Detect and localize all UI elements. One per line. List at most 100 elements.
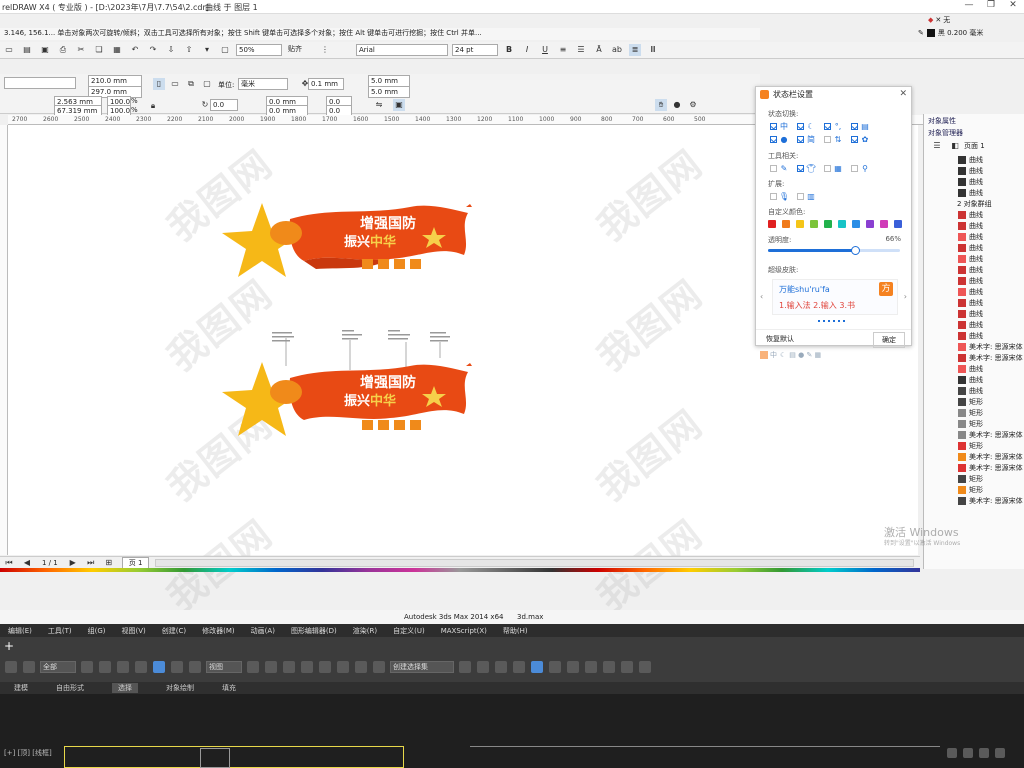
max-ribbon-tab[interactable]: 填充: [222, 683, 236, 693]
tool-checkbox[interactable]: [824, 165, 831, 172]
tool-checkbox[interactable]: [851, 165, 858, 172]
object-tree-item[interactable]: 曲线: [958, 176, 1024, 187]
lock-ratio-icon[interactable]: 🔒︎: [147, 100, 159, 112]
named-selection-set[interactable]: 创建选择集: [390, 661, 454, 673]
portrait-icon[interactable]: ▯: [153, 78, 165, 90]
print-icon[interactable]: ⎙: [57, 44, 69, 56]
options-icon[interactable]: ⚙: [687, 99, 699, 111]
list-icon[interactable]: ☰: [575, 44, 587, 56]
snaps-toggle-icon[interactable]: [301, 661, 313, 673]
object-tree-item[interactable]: 曲线: [958, 330, 1024, 341]
color-palette[interactable]: [0, 568, 920, 572]
object-tree-item[interactable]: 曲线: [958, 165, 1024, 176]
viewport-right-frame[interactable]: [470, 746, 940, 768]
object-tree-item[interactable]: 曲线: [958, 297, 1024, 308]
tab-object-manager[interactable]: 对象管理器: [924, 128, 1024, 138]
object-tree-item[interactable]: 曲线: [958, 242, 1024, 253]
import-icon[interactable]: ⇩: [165, 44, 177, 56]
align-icon[interactable]: ≡: [557, 44, 569, 56]
object-tree-item[interactable]: 曲线: [958, 363, 1024, 374]
ok-button[interactable]: 确定: [873, 332, 905, 348]
object-tree-item[interactable]: 曲线: [958, 253, 1024, 264]
max-menu-item[interactable]: 视图(V): [122, 626, 146, 636]
max-viewport[interactable]: [+] [顶] [线框]: [0, 694, 1024, 768]
toggle-checkbox[interactable]: [770, 123, 777, 130]
font-size-select[interactable]: 24 pt: [452, 44, 498, 56]
percent-snap-icon[interactable]: [337, 661, 349, 673]
object-tree-item[interactable]: 曲线: [958, 319, 1024, 330]
layer-manager-icon[interactable]: [495, 661, 507, 673]
max-menu-item[interactable]: 图形编辑器(D): [291, 626, 337, 636]
toggle-checkbox[interactable]: [824, 136, 831, 143]
color-style-icon[interactable]: ●: [671, 99, 683, 111]
wireframe-object[interactable]: [200, 748, 230, 768]
opacity-slider[interactable]: [768, 246, 900, 255]
color-swatch[interactable]: [880, 220, 888, 228]
skin-next-icon[interactable]: ›: [904, 292, 907, 301]
object-tree-item[interactable]: 美术字: 思源宋体: [958, 341, 1024, 352]
undo-link-icon[interactable]: [5, 661, 17, 673]
close-icon[interactable]: ✕: [1002, 0, 1024, 14]
mirror-icon[interactable]: [459, 661, 471, 673]
color-swatch[interactable]: [838, 220, 846, 228]
object-tree-item[interactable]: 矩形: [958, 484, 1024, 495]
select-scale-icon[interactable]: [189, 661, 201, 673]
select-move-icon[interactable]: [153, 661, 165, 673]
object-tree-item[interactable]: 曲线: [958, 231, 1024, 242]
export-icon[interactable]: ⇧: [183, 44, 195, 56]
keyboard-shortcut-icon[interactable]: [283, 661, 295, 673]
object-tree-item[interactable]: 曲线: [958, 286, 1024, 297]
orbit-icon[interactable]: [979, 748, 989, 758]
object-tree-item[interactable]: 曲线: [958, 154, 1024, 165]
restore-icon[interactable]: ❐: [980, 0, 1002, 14]
object-tree-item[interactable]: 曲线: [958, 220, 1024, 231]
edit-named-sets-icon[interactable]: [373, 661, 385, 673]
prev-page-icon[interactable]: ◀: [21, 557, 33, 569]
align-icon[interactable]: [477, 661, 489, 673]
schematic-view-icon[interactable]: [549, 661, 561, 673]
render-teapot-icon[interactable]: [639, 661, 651, 673]
object-tree-item[interactable]: 2 对象群组: [946, 198, 1024, 209]
object-tree-item[interactable]: 曲线: [958, 275, 1024, 286]
hand-icon[interactable]: ✋︎: [655, 99, 667, 111]
selection-filter-select[interactable]: 全部: [40, 661, 76, 673]
unit-select[interactable]: 毫米: [238, 78, 288, 90]
show-properties-icon[interactable]: ◧: [949, 140, 961, 152]
color-swatch[interactable]: [768, 220, 776, 228]
horizontal-scrollbar[interactable]: [155, 558, 914, 567]
toggle-checkbox[interactable]: [851, 123, 858, 130]
object-tree-item[interactable]: 矩形: [958, 396, 1024, 407]
duplicate-y-field[interactable]: 5.0 mm: [368, 86, 410, 98]
copy-icon[interactable]: ❏: [93, 44, 105, 56]
material-editor-icon[interactable]: [567, 661, 579, 673]
unlink-icon[interactable]: [23, 661, 35, 673]
max-ribbon-tab[interactable]: 选择: [112, 683, 138, 693]
banner-artwork-bottom[interactable]: 增强国防 振兴 中华: [220, 330, 480, 440]
object-tree-item[interactable]: 曲线: [958, 385, 1024, 396]
toggle-checkbox[interactable]: [797, 136, 804, 143]
max-menu-item[interactable]: 组(G): [88, 626, 106, 636]
object-tree-item[interactable]: 曲线: [958, 187, 1024, 198]
new-icon[interactable]: ▭: [3, 44, 15, 56]
max-menu-item[interactable]: 渲染(R): [353, 626, 377, 636]
object-tree-item[interactable]: 矩形: [958, 407, 1024, 418]
object-tree-item[interactable]: 曲线: [958, 264, 1024, 275]
max-menu-item[interactable]: 创建(C): [162, 626, 186, 636]
bold-icon[interactable]: B: [503, 44, 515, 56]
toggle-checkbox[interactable]: [770, 136, 777, 143]
object-tree-item[interactable]: 美术字: 思源宋体: [958, 495, 1024, 506]
max-menu-item[interactable]: 工具(T): [48, 626, 72, 636]
color-swatch[interactable]: [866, 220, 874, 228]
current-page-icon[interactable]: ▢: [201, 78, 213, 90]
spinner-snap-icon[interactable]: [355, 661, 367, 673]
layer-options-icon[interactable]: ☰: [931, 140, 943, 152]
all-pages-icon[interactable]: ⧉: [185, 78, 197, 90]
pivot-icon[interactable]: [247, 661, 259, 673]
rect-region-icon[interactable]: [117, 661, 129, 673]
color-swatch[interactable]: [782, 220, 790, 228]
add-page-icon[interactable]: ⊞: [103, 557, 115, 569]
reference-coord-select[interactable]: 视图: [206, 661, 242, 673]
open-icon[interactable]: ▤: [21, 44, 33, 56]
dialog-close-icon[interactable]: ✕: [899, 89, 907, 99]
graphite-tools-icon[interactable]: [513, 661, 525, 673]
